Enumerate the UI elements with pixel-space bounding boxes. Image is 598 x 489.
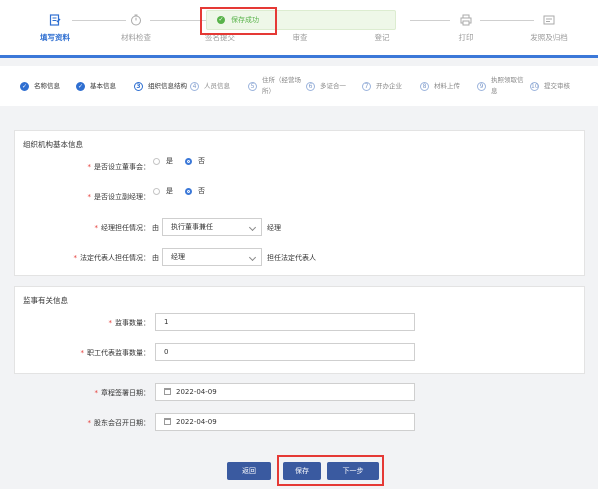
top-step-archive[interactable]: 发照及归档	[519, 14, 579, 43]
manager-label: * 经理担任情况：	[94, 224, 151, 232]
meeting-date-label: * 股东会召开日期：	[87, 419, 151, 427]
vice-manager-radio-group: 是 否	[153, 186, 217, 196]
calendar-icon	[164, 388, 171, 395]
sub-step-label: 组织信息结构	[148, 81, 187, 90]
step-number-icon: 4	[190, 81, 199, 91]
sub-step-label: 材料上传	[434, 81, 460, 90]
legal-rep-label: * 法定代表人担任情况：	[73, 254, 151, 262]
meeting-date-value: 2022-04-09	[176, 418, 217, 426]
back-button[interactable]: 返回	[227, 462, 271, 480]
charter-date-label: * 章程签署日期：	[94, 389, 151, 397]
sub-step-label: 开办企业	[376, 81, 402, 90]
sub-step-name-info[interactable]: ✓ 名称信息	[20, 66, 60, 106]
radio-label-yes: 是	[166, 157, 173, 165]
board-radio-yes[interactable]	[153, 157, 160, 165]
radio-label-yes: 是	[166, 187, 173, 195]
charter-date-input[interactable]: 2022-04-09	[155, 383, 415, 401]
sub-step-submit-review[interactable]: 10 提交审核	[530, 66, 570, 106]
timer-icon	[131, 14, 141, 26]
sub-step-label: 人员信息	[204, 81, 230, 90]
top-step-label: 填写资料	[40, 33, 70, 42]
calendar-icon	[164, 418, 171, 425]
top-step-fill-info[interactable]: 填写资料	[25, 14, 85, 43]
charter-date-value: 2022-04-09	[176, 388, 217, 396]
top-step-label: 材料检查	[121, 33, 151, 42]
top-step-label: 打印	[458, 33, 474, 42]
step-number-icon: 5	[248, 81, 257, 91]
archive-icon	[543, 15, 555, 25]
sub-step-label: 执照领取信息	[491, 76, 524, 95]
staff-supervisor-input[interactable]: 0	[155, 343, 415, 361]
sub-step-address[interactable]: 5 住所（经营场所）	[248, 66, 308, 106]
sub-step-bar: ✓ 名称信息 ✓ 基本信息 3 组织信息结构 4 人员信息 5 住所（经营场所）…	[0, 66, 598, 106]
staff-supervisor-label: * 职工代表监事数量：	[80, 349, 151, 357]
board-radio-group: 是 否	[153, 156, 217, 166]
sub-step-upload[interactable]: 8 材料上传	[420, 66, 460, 106]
check-circle-icon: ✓	[76, 81, 85, 91]
sub-step-personnel[interactable]: 4 人员信息	[190, 66, 230, 106]
board-radio-no[interactable]	[185, 157, 192, 165]
manager-prefix: 由	[152, 224, 159, 232]
section-title: 监事有关信息	[23, 296, 68, 305]
manager-suffix: 经理	[267, 224, 281, 232]
radio-label-no: 否	[198, 187, 205, 195]
charter-date-label-text: 章程签署日期：	[101, 389, 150, 397]
edit-form-icon	[49, 14, 61, 26]
sub-step-license-pickup[interactable]: 9 执照领取信息	[477, 66, 527, 106]
legal-rep-label-text: 法定代表人担任情况：	[80, 254, 150, 262]
staff-supervisor-label-text: 职工代表监事数量：	[87, 349, 150, 357]
step-number-icon: 8	[420, 81, 429, 91]
printer-icon	[460, 14, 472, 26]
top-step-label: 审查	[292, 33, 308, 42]
top-step-label: 登记	[374, 33, 390, 42]
top-step-print[interactable]: 打印	[436, 14, 496, 43]
vice-manager-radio-yes[interactable]	[153, 187, 160, 195]
manager-label-text: 经理担任情况：	[101, 224, 150, 232]
check-circle-icon: ✓	[20, 81, 29, 91]
supervisor-count-label: * 监事数量：	[108, 319, 151, 327]
chevron-down-icon	[248, 253, 257, 262]
legal-rep-select[interactable]: 经理	[162, 248, 262, 266]
step-number-icon: 7	[362, 81, 371, 91]
vice-manager-label: * 是否设立副经理：	[87, 193, 151, 201]
radio-label-no: 否	[198, 157, 205, 165]
board-label-text: 是否设立董事会：	[94, 163, 150, 171]
legal-rep-select-value: 经理	[171, 253, 185, 261]
sub-step-label: 名称信息	[34, 81, 60, 90]
sub-step-org-structure[interactable]: 3 组织信息结构	[134, 66, 190, 106]
toast-highlight-box	[200, 7, 277, 35]
vice-manager-radio-no[interactable]	[185, 187, 192, 195]
sub-step-label: 提交审核	[544, 81, 570, 90]
section-title: 组织机构基本信息	[23, 140, 83, 149]
legal-rep-suffix: 担任法定代表人	[267, 254, 316, 262]
board-label: * 是否设立董事会：	[87, 163, 151, 171]
sub-step-basic-info[interactable]: ✓ 基本信息	[76, 66, 116, 106]
sub-step-label: 基本信息	[90, 81, 116, 90]
manager-select-value: 执行董事兼任	[171, 223, 213, 231]
legal-rep-prefix: 由	[152, 254, 159, 262]
supervisor-count-label-text: 监事数量：	[115, 319, 150, 327]
sub-step-multi-cert[interactable]: 6 多证合一	[306, 66, 346, 106]
step-number-icon: 9	[477, 81, 486, 91]
chevron-down-icon	[248, 223, 257, 232]
sub-step-label: 多证合一	[320, 81, 346, 90]
step-number-icon: 10	[530, 81, 539, 91]
manager-select[interactable]: 执行董事兼任	[162, 218, 262, 236]
meeting-date-label-text: 股东会召开日期：	[94, 419, 150, 427]
step-number-icon: 6	[306, 81, 315, 91]
step-number-icon: 3	[134, 81, 143, 91]
progress-header: 填写资料 材料检查 签名提交 审查 登记 打印 发照及归档 ✓ 保存成功	[0, 0, 598, 58]
sub-step-open-business[interactable]: 7 开办企业	[362, 66, 402, 106]
supervisor-count-input[interactable]: 1	[155, 313, 415, 331]
meeting-date-input[interactable]: 2022-04-09	[155, 413, 415, 431]
top-step-material-check[interactable]: 材料检查	[106, 14, 166, 43]
vice-manager-label-text: 是否设立副经理：	[94, 193, 150, 201]
top-step-label: 发照及归档	[530, 33, 568, 42]
sub-step-label: 住所（经营场所）	[262, 76, 301, 95]
buttons-highlight-box	[277, 455, 384, 486]
